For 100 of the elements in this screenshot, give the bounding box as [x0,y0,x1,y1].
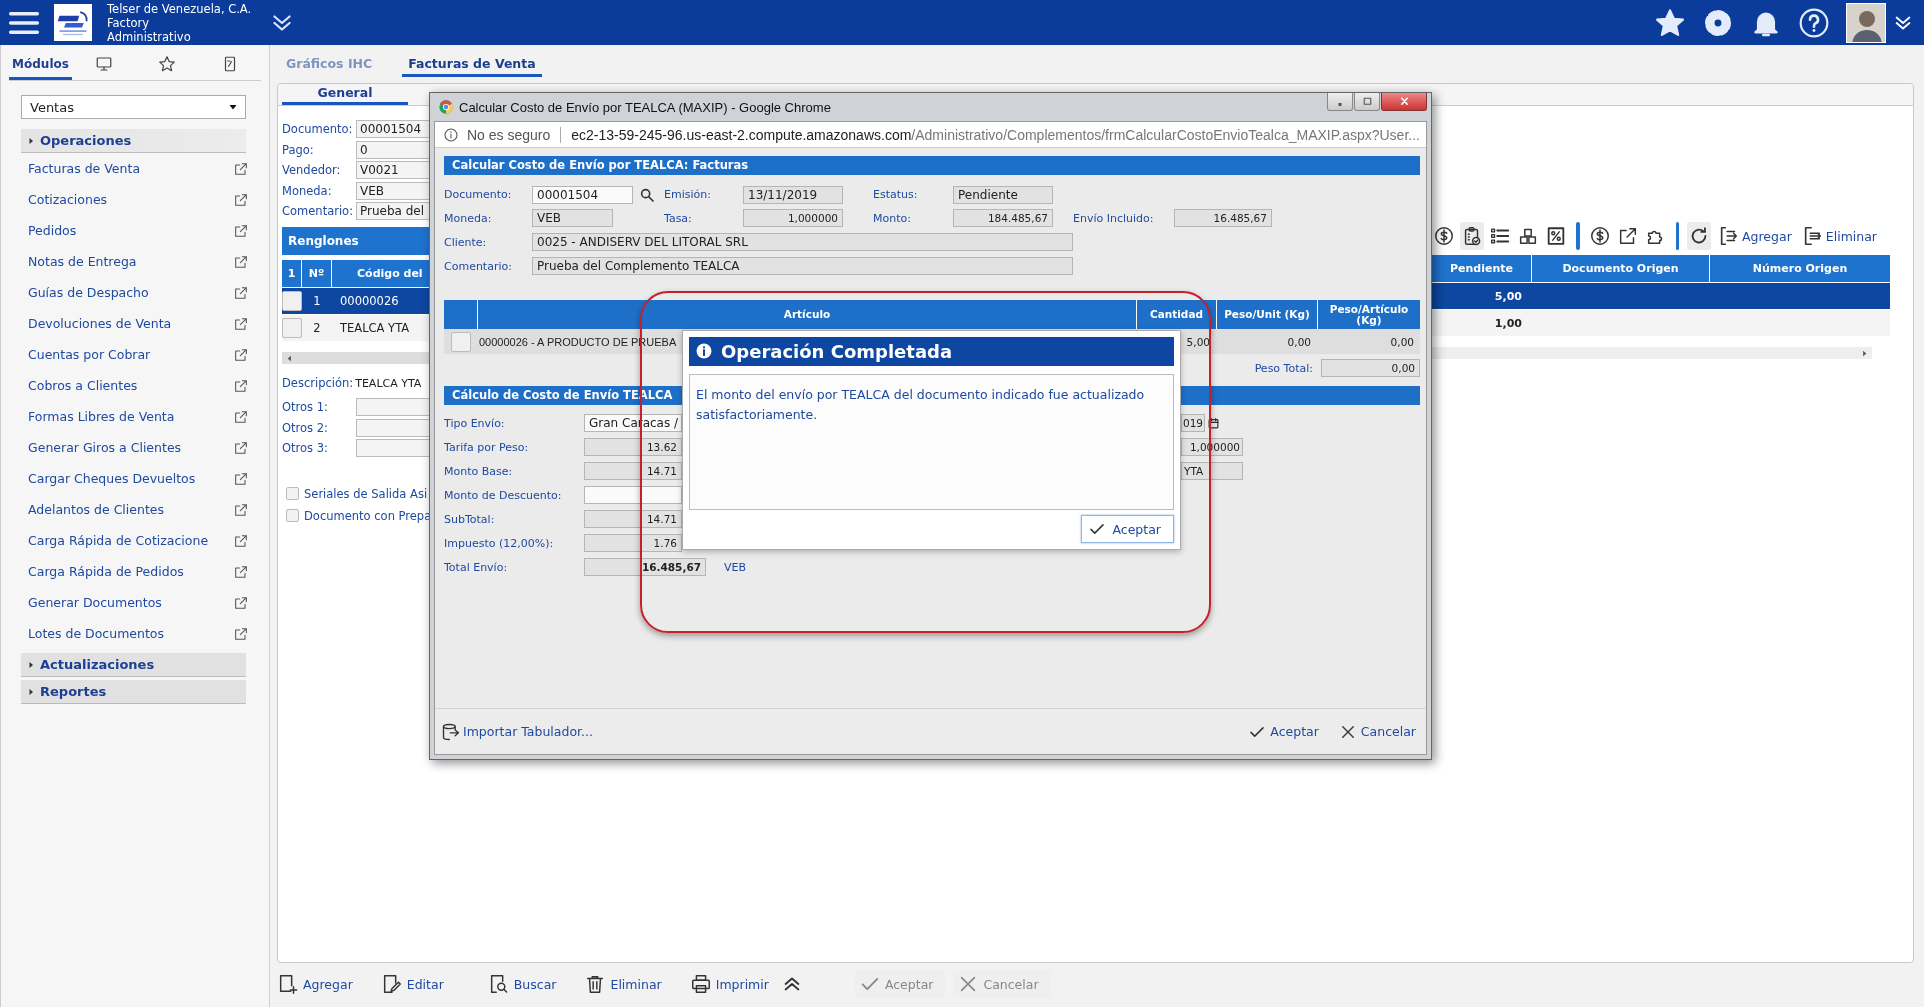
text-field[interactable]: Prueba del [356,202,429,221]
url-text: ec2-13-59-245-96.us-east-2.compute.amazonaws.com/Administrativo/Complementos/frmCalcularCostoEnvioTealca_MAXIP.aspx?User... [571,126,1420,143]
tab[interactable]: Facturas de Venta [402,56,542,77]
help-icon[interactable] [1798,6,1830,39]
search-button[interactable]: Buscar [487,970,563,998]
text-field[interactable]: 0025 - ANDISERV DEL LITORAL SRL [532,233,1073,251]
table-row[interactable]: 1 00000026 [282,288,429,314]
edit-button[interactable]: Editar [380,970,450,998]
close-button[interactable] [1381,93,1427,111]
menu-item[interactable]: Cotizaciones [9,184,249,215]
menu-item[interactable]: Cargar Cheques Devueltos [9,463,249,494]
menu-item[interactable]: Pedidos [9,215,249,246]
window-title: Calcular Costo de Envío por TEALCA (MAXIP) - Google Chrome [459,99,831,115]
menu-item[interactable]: Notas de Entrega [9,246,249,277]
maximize-button[interactable] [1354,93,1380,111]
text-field[interactable]: 1,000000 [743,209,843,227]
text-field[interactable]: 14.71 [584,510,682,528]
menu-item[interactable]: Formas Libres de Venta [9,401,249,432]
menu-item[interactable]: Cobros a Clientes [9,370,249,401]
menu-item[interactable]: Carga Rápida de Pedidos [9,556,249,587]
table-cell-text: 0,00 [1389,335,1415,348]
menu-item[interactable]: Devoluciones de Venta [9,308,249,339]
menu-item[interactable]: Generar Documentos [9,587,249,618]
accept-button[interactable]: Aceptar [1081,515,1174,543]
checkbox[interactable] [286,487,299,500]
text-field[interactable] [356,398,429,417]
external-link-icon [233,532,249,549]
menu-item[interactable]: Lotes de Documentos [9,618,249,649]
text-field[interactable] [584,486,682,504]
text-field[interactable]: 0 [356,140,429,159]
add-button[interactable]: Agregar [1715,222,1795,250]
tab[interactable]: General [282,84,408,105]
text-field[interactable] [356,439,429,458]
minimize-button[interactable] [1327,93,1353,111]
menu-item[interactable]: Cuentas por Cobrar [9,339,249,370]
scrollbar[interactable] [1432,347,1872,359]
print-button[interactable]: Imprimir [689,970,775,998]
separator [1675,222,1679,250]
scrollbar[interactable] [282,352,429,364]
info-icon[interactable] [443,126,459,143]
text-field[interactable]: 13.62 [584,438,682,456]
checkbox[interactable] [286,509,299,522]
checkbox[interactable] [450,331,471,352]
date-field[interactable]: 019 [1181,414,1205,432]
field-label: Monto: [873,211,912,225]
dollar-icon [1433,225,1455,247]
column-header: Número Origen [1751,261,1849,277]
text-field[interactable]: YTA [1181,462,1243,480]
import-link[interactable]: Importar Tabulador... [441,721,593,742]
table-row[interactable]: 1,00 [1432,310,1890,336]
star-icon[interactable] [1654,6,1686,39]
text-field[interactable]: VEB [532,209,613,227]
menu-item[interactable]: Guías de Despacho [9,277,249,308]
text-field[interactable]: 13/11/2019 [743,185,843,204]
text-field[interactable]: 00001504 [532,185,633,204]
field-label: Descripción: [282,376,354,390]
text-field[interactable]: 1.76 [584,534,682,552]
delete-button[interactable]: Eliminar [584,970,668,998]
delete-button[interactable]: Eliminar [1798,222,1880,250]
menu-item[interactable]: Generar Giros a Clientes [9,432,249,463]
sidebar-tab[interactable]: Módulos [9,51,72,80]
text-field[interactable]: 16.485,67 [1174,209,1272,227]
menu-group-header[interactable]: Operaciones [21,129,246,153]
menu-item[interactable]: Adelantos de Clientes [9,494,249,525]
text-field[interactable]: VEB [356,181,429,200]
accept-button[interactable]: Aceptar [1248,722,1319,741]
menu-group-header[interactable]: Reportes [21,680,246,704]
external-link-icon [233,408,249,425]
dollar-icon [1588,225,1611,247]
menu-item[interactable]: Facturas de Venta [9,153,249,184]
table-row[interactable]: 2 TEALCA YTA [282,315,429,341]
text-field[interactable]: Prueba del Complemento TEALCA [532,257,1073,275]
text-field[interactable]: 184.485,67 [953,209,1053,227]
menu-group-header[interactable]: Actualizaciones [21,653,246,677]
table-row[interactable]: 5,00 [1432,283,1890,309]
search-icon[interactable] [639,186,655,203]
table-cell-text: 5,00 [1185,335,1211,348]
module-select[interactable]: Ventas [21,95,246,119]
text-field[interactable]: 14.71 [584,462,682,480]
field-label: Comentario: [444,259,513,273]
text-field[interactable] [356,418,429,437]
clipboard-tool[interactable] [1460,222,1484,250]
text-field[interactable]: 0,00 [1321,359,1420,377]
field-label: Otros 2: [282,420,329,435]
text-field[interactable]: 16.485,67 [584,558,706,576]
checkbox[interactable] [282,318,302,338]
text-field[interactable]: 00001504 [356,120,429,139]
table-cell-text: TEALCA YTA [339,321,411,335]
text-field[interactable]: V0021 [356,161,429,180]
add-icon [277,973,299,995]
field-label: Comentario: [282,204,355,219]
external-link-icon [233,284,249,301]
external-link-icon [233,594,249,611]
menu-item[interactable]: Carga Rápida de Cotizacione [9,525,249,556]
cancel-button[interactable]: Cancelar [1338,722,1416,741]
avatar[interactable] [1846,2,1886,43]
checkbox[interactable] [282,291,302,311]
text-field[interactable]: Pendiente [953,185,1053,204]
refresh-tool[interactable] [1687,222,1711,250]
add-button[interactable]: Agregar [277,970,359,998]
